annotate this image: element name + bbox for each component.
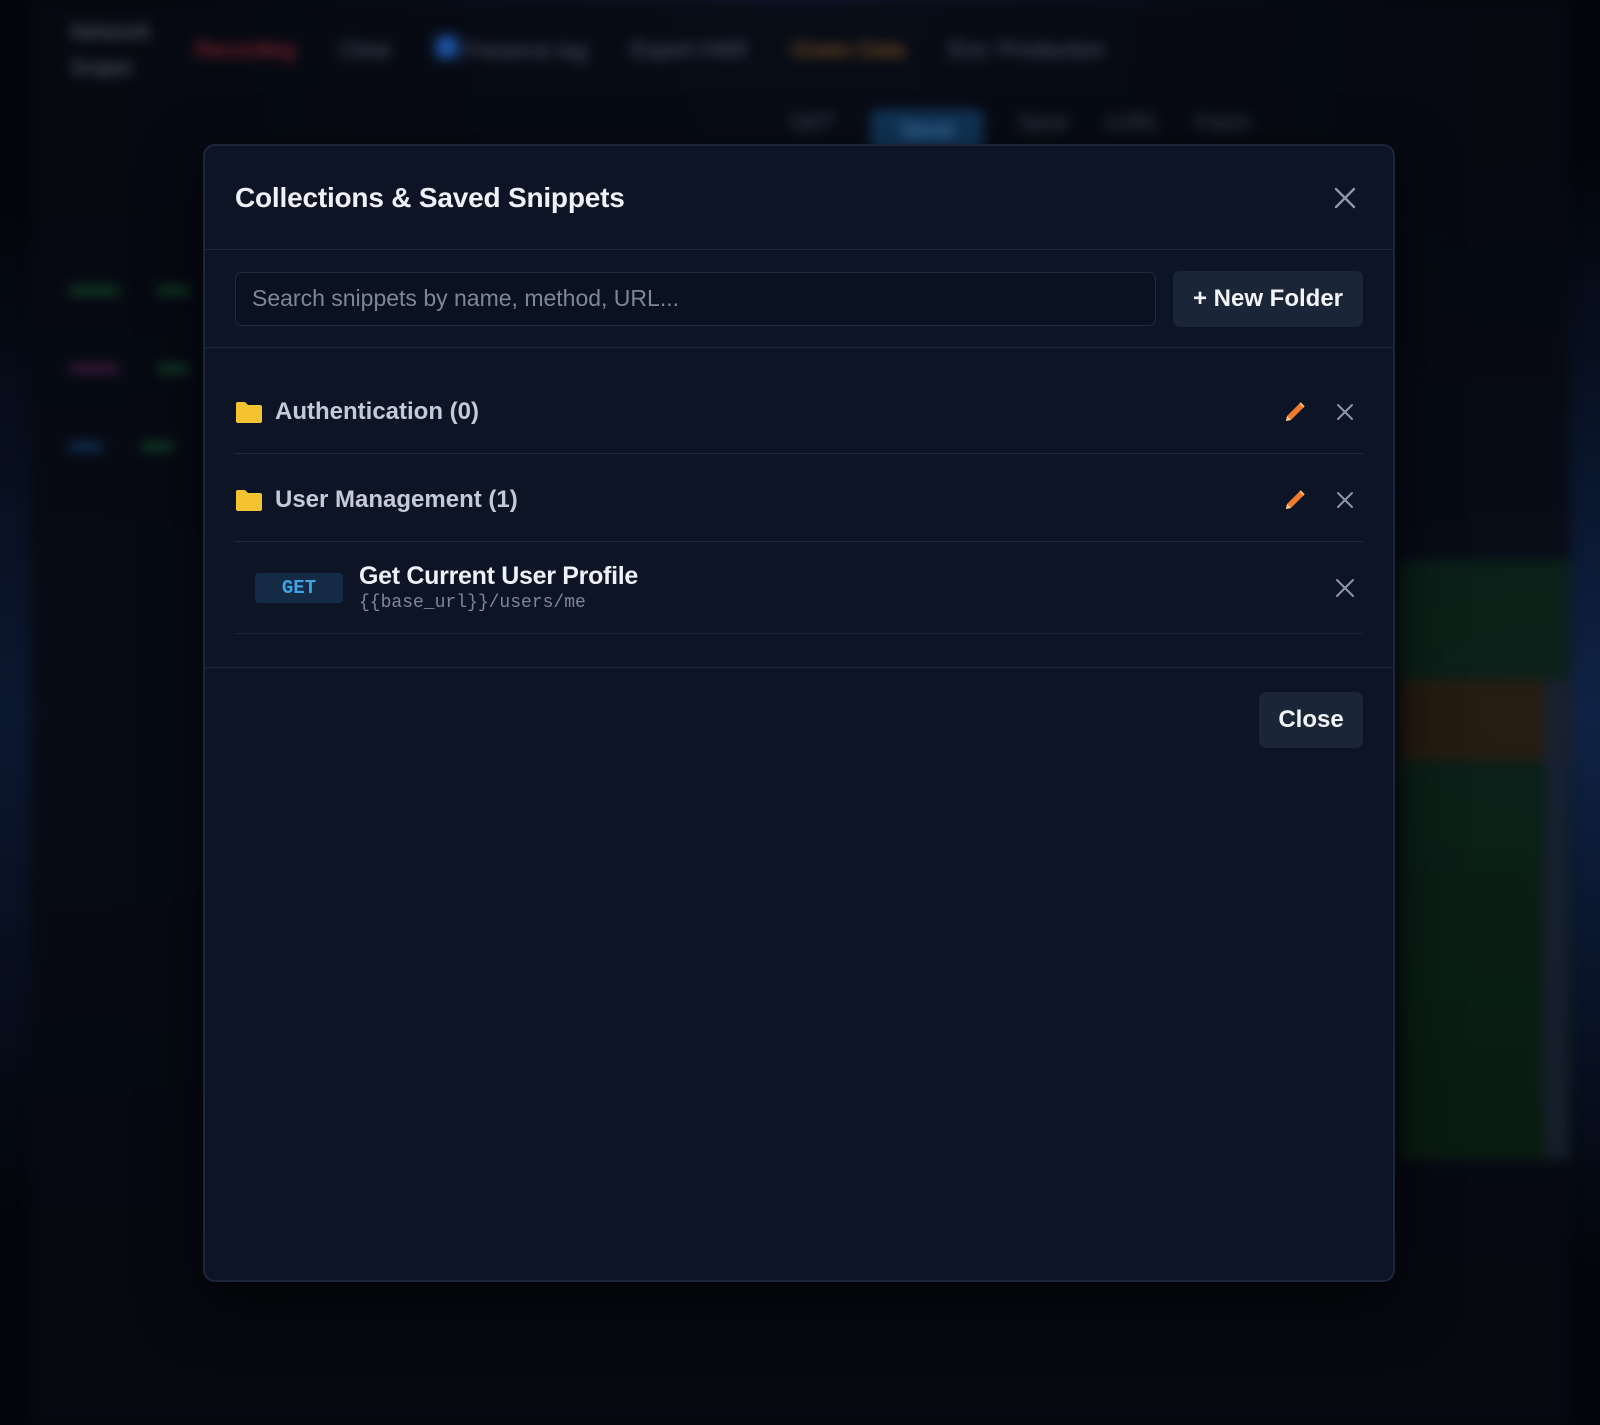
folder-row-user-management[interactable]: User Management (1): [235, 454, 1363, 542]
snippet-url: {{base_url}}/users/me: [359, 593, 586, 613]
delete-snippet-button[interactable]: [1327, 570, 1363, 606]
collections-modal: Collections & Saved Snippets + New Folde…: [203, 144, 1395, 1282]
background-row: ▬▬▬ ▬▬: [70, 358, 190, 375]
rename-folder-button[interactable]: [1277, 394, 1313, 430]
folder-actions: [1277, 394, 1363, 430]
folder-actions: [1277, 482, 1363, 518]
close-icon: [1336, 578, 1354, 597]
close-icon: [1334, 187, 1356, 208]
modal-footer: Close: [205, 668, 1393, 748]
folder-icon: [235, 400, 265, 424]
search-bar: + New Folder: [205, 250, 1393, 348]
method-badge: GET: [255, 572, 343, 603]
folder-row-authentication[interactable]: Authentication (0): [235, 366, 1363, 454]
pencil-icon: [1286, 489, 1305, 509]
close-icon: [1337, 491, 1353, 508]
background-scrollbar: [1545, 680, 1567, 1160]
modal-close-button[interactable]: [1327, 180, 1363, 216]
folder-name: Authentication (0): [275, 397, 479, 425]
folder-list: Authentication (0) User Management (1) G…: [205, 348, 1393, 668]
background-recording: Recording: [194, 37, 295, 62]
modal-title: Collections & Saved Snippets: [235, 181, 625, 213]
delete-folder-button[interactable]: [1327, 482, 1363, 518]
snippet-name: Get Current User Profile: [359, 562, 638, 590]
background-request-list: ▬▬▬ ▬▬ ▬▬▬ ▬▬ ▬▬ ▬▬: [70, 280, 190, 454]
snippet-info: Get Current User Profile {{base_url}}/us…: [359, 562, 1327, 613]
background-env: Env: Production: [949, 37, 1105, 62]
background-green-data: Green Data: [791, 37, 906, 62]
background-clear: Clear: [338, 37, 392, 62]
background-preserve: Preserve log: [435, 36, 587, 64]
snippet-row[interactable]: GET Get Current User Profile {{base_url}…: [235, 542, 1363, 634]
background-toolbar: Network Sniper Recording Clear Preserve …: [30, 0, 1570, 100]
background-export: Export HAR: [631, 37, 748, 62]
background-row: ▬▬ ▬▬: [70, 436, 174, 453]
delete-folder-button[interactable]: [1327, 394, 1363, 430]
close-icon: [1337, 403, 1353, 420]
background-app-name: Network Sniper: [70, 19, 151, 80]
folder-icon: [235, 488, 265, 512]
search-input[interactable]: [235, 271, 1156, 326]
rename-folder-button[interactable]: [1277, 482, 1313, 518]
modal-header: Collections & Saved Snippets: [205, 146, 1393, 250]
pencil-icon: [1286, 401, 1305, 421]
folder-name: User Management (1): [275, 485, 518, 513]
background-row: ▬▬▬ ▬▬: [70, 280, 190, 297]
close-button[interactable]: Close: [1259, 692, 1363, 748]
new-folder-button[interactable]: + New Folder: [1173, 270, 1363, 327]
